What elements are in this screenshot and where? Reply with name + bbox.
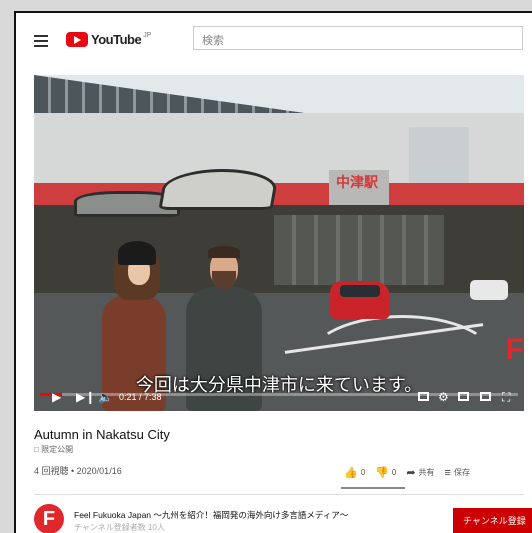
like-ratio-bar bbox=[341, 487, 405, 489]
fullscreen-icon[interactable]: ⛶ bbox=[502, 390, 510, 404]
subtitles-icon[interactable] bbox=[418, 390, 429, 404]
player-controls: ▶ ▶❙ 🔈 0:21 / 7:38 ⚙ ⛶ bbox=[34, 383, 524, 411]
playlist-add-icon: ≡ bbox=[444, 466, 451, 479]
like-button[interactable]: 👍 0 bbox=[344, 466, 365, 479]
play-icon[interactable]: ▶ bbox=[52, 390, 61, 404]
like-count: 0 bbox=[360, 468, 366, 477]
limited-badge-label: 限定公開 bbox=[41, 445, 74, 454]
dislike-count: 0 bbox=[391, 468, 397, 477]
save-button[interactable]: ≡ 保存 bbox=[445, 467, 470, 479]
video-title: Autumn in Nakatsu City bbox=[34, 427, 170, 442]
subscriber-count: チャンネル登録者数 10人 bbox=[74, 523, 165, 532]
youtube-play-icon bbox=[66, 32, 88, 47]
limited-badge: □ 限定公開 bbox=[34, 444, 73, 455]
view-stats: 4 回視聴 • 2020/01/16 bbox=[34, 466, 122, 476]
search-input[interactable]: 検索 bbox=[193, 26, 523, 50]
menu-icon[interactable] bbox=[34, 35, 48, 47]
video-actions: 👍 0 👎 0 ➦ 共有 ≡ 保存 bbox=[344, 466, 480, 480]
channel-avatar[interactable]: F bbox=[34, 504, 64, 533]
youtube-logo[interactable]: YouTube JP bbox=[66, 32, 151, 47]
lock-icon: □ bbox=[34, 445, 39, 454]
next-icon[interactable]: ▶❙ bbox=[76, 390, 95, 404]
save-label: 保存 bbox=[453, 468, 470, 477]
red-car-window bbox=[340, 285, 380, 297]
station-windows bbox=[274, 215, 444, 285]
search-placeholder: 検索 bbox=[202, 35, 224, 47]
woman-hat bbox=[118, 241, 156, 265]
dislike-button[interactable]: 👎 0 bbox=[375, 466, 396, 479]
station-sign-text: 中津駅 bbox=[336, 174, 378, 190]
share-icon: ➦ bbox=[406, 467, 416, 479]
volume-icon[interactable]: 🔈 bbox=[98, 390, 113, 404]
share-label: 共有 bbox=[418, 468, 435, 477]
logo-region: JP bbox=[143, 32, 152, 39]
thumbs-up-icon: 👍 bbox=[344, 467, 358, 479]
divider bbox=[34, 494, 524, 495]
logo-text: YouTube bbox=[91, 32, 142, 47]
background-building bbox=[409, 127, 469, 187]
youtube-window: YouTube JP 検索 中津駅 F 今回は大分県中津市に来ています。 ▶ ▶… bbox=[14, 11, 532, 533]
video-player[interactable]: 中津駅 F 今回は大分県中津市に来ています。 ▶ ▶❙ 🔈 0:21 / 7:3… bbox=[34, 75, 524, 411]
miniplayer-icon[interactable] bbox=[458, 390, 469, 404]
subscribe-button[interactable]: チャンネル登録 bbox=[453, 508, 532, 533]
channel-name[interactable]: Feel Fukuoka Japan ～九州を紹介！福岡発の海外向け多言語メディ… bbox=[74, 509, 348, 521]
time-display: 0:21 / 7:38 bbox=[119, 392, 162, 402]
white-car bbox=[470, 280, 508, 300]
thumbs-down-icon: 👎 bbox=[375, 467, 389, 479]
share-button[interactable]: ➦ 共有 bbox=[406, 466, 434, 479]
theater-mode-icon[interactable] bbox=[480, 390, 491, 404]
man-hair bbox=[208, 246, 240, 258]
corner-logo: F bbox=[505, 333, 524, 366]
settings-gear-icon[interactable]: ⚙ bbox=[438, 390, 449, 404]
